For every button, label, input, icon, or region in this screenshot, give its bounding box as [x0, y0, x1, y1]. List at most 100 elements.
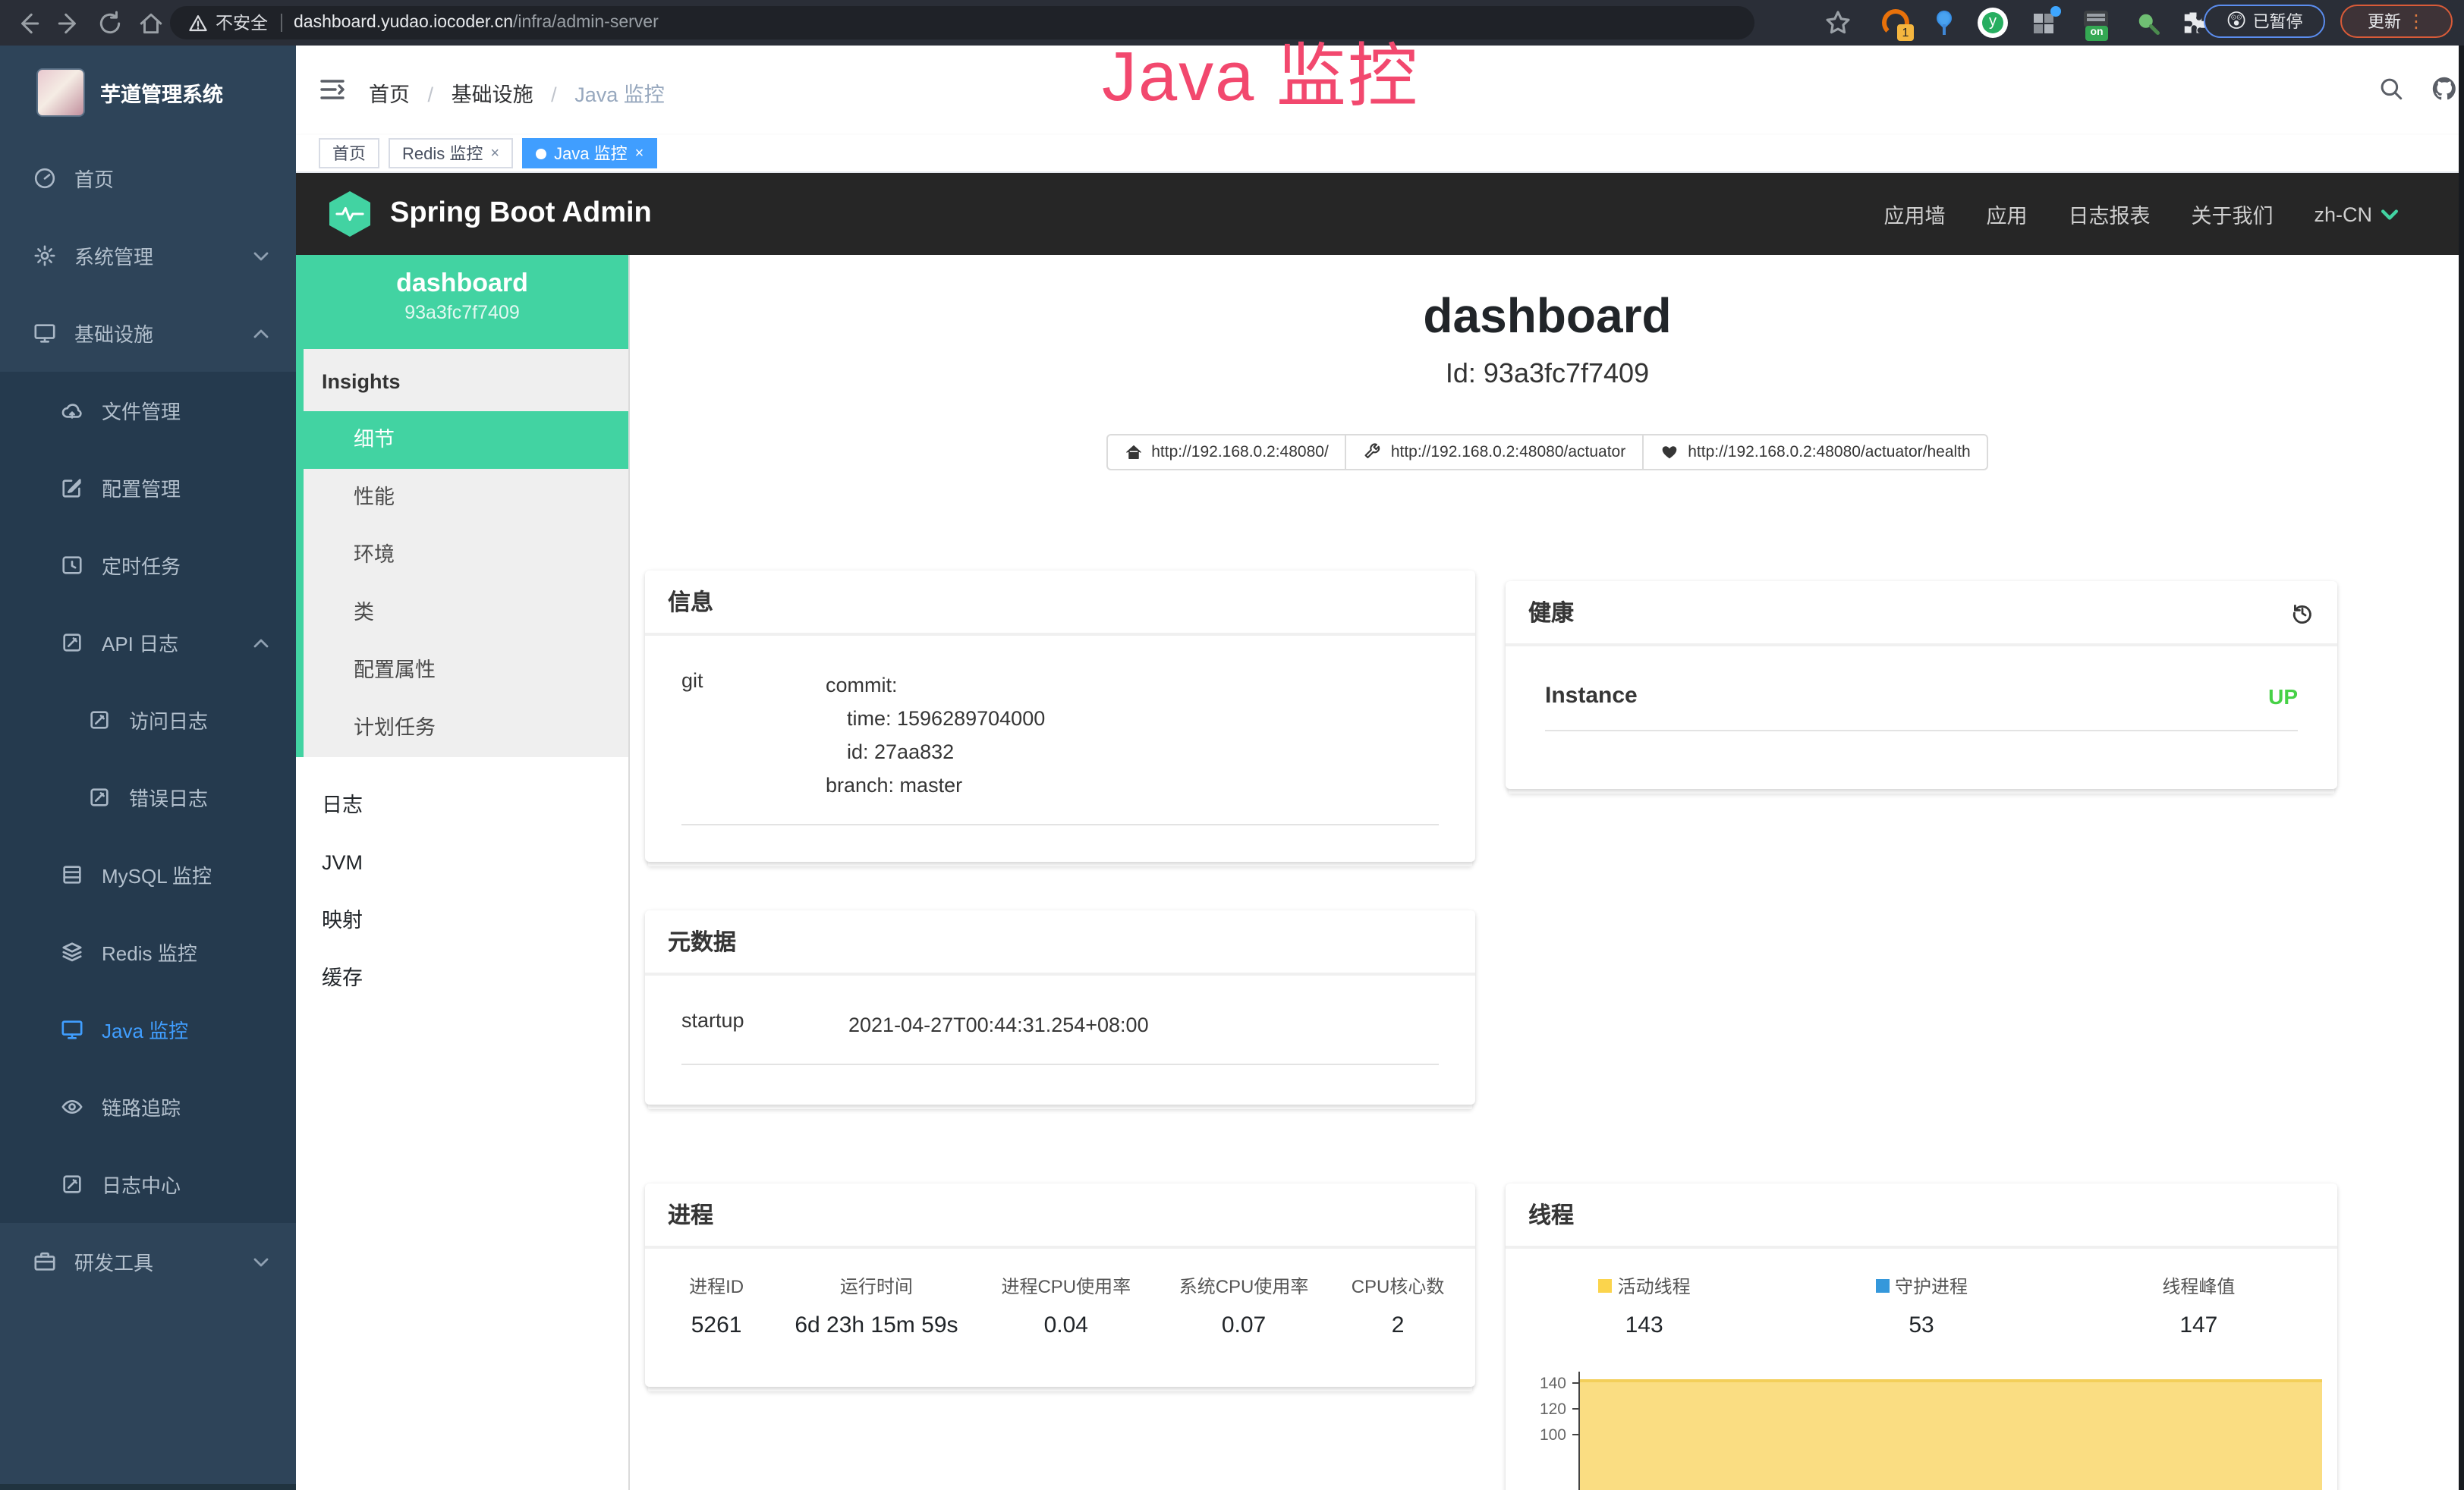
tab-redis-monitor[interactable]: Redis 监控 × [389, 138, 513, 168]
paused-extension-badge[interactable]: 😲 已暂停 [2204, 5, 2325, 38]
instance-name: dashboard [296, 269, 628, 299]
back-icon[interactable] [15, 10, 41, 36]
menu-groups: 日志 JVM 映射 缓存 [296, 757, 628, 1007]
git-info-row: git commit: time: 1596289704000 id: 27aa… [645, 636, 1475, 803]
extensions-puzzle-icon[interactable] [2179, 9, 2207, 36]
sidebar-item-system[interactable]: 系统管理 [0, 217, 296, 294]
home-icon [1124, 443, 1142, 461]
spring-boot-admin-logo [329, 191, 370, 237]
health-instance-row: Instance UP [1506, 646, 2337, 709]
menu-item-logs[interactable]: 日志 [296, 777, 628, 835]
tab-home[interactable]: 首页 [319, 138, 379, 168]
reload-icon[interactable] [97, 10, 123, 36]
menu-item-caches[interactable]: 缓存 [296, 950, 628, 1007]
sidebar-item-api-logs[interactable]: API 日志 [0, 604, 296, 681]
sba-nav-journal[interactable]: 日志报表 [2068, 199, 2150, 229]
sidebar-item-infra[interactable]: 基础设施 [0, 294, 296, 372]
history-icon[interactable] [2290, 600, 2315, 624]
browser-menu-icon[interactable]: ⋮ [2407, 11, 2425, 32]
insights-group: Insights 细节 性能 环境 类 配置属性 计划任务 [296, 349, 628, 757]
menu-item-jvm[interactable]: JVM [296, 835, 628, 892]
extension-leaf-icon[interactable] [2134, 9, 2161, 36]
extension-grid-icon[interactable] [2031, 9, 2058, 36]
instance-id: 93a3fc7f7409 [296, 302, 628, 323]
divider [681, 1064, 1439, 1065]
process-cpu-value: 0.04 [977, 1312, 1155, 1338]
instance-header[interactable]: dashboard 93a3fc7f7409 [296, 255, 628, 349]
info-card: 信息 git commit: time: 1596289704000 id: 2… [645, 571, 1475, 862]
app-logo-image [36, 68, 85, 117]
status-badge: UP [2268, 684, 2298, 708]
active-tab-dot [536, 148, 546, 159]
timer-icon [61, 554, 83, 577]
home-icon[interactable] [138, 10, 164, 36]
extension-badge: 1 [1897, 24, 1914, 41]
sba-content: dashboard Id: 93a3fc7f7409 http://192.16… [630, 255, 2464, 1490]
sidebar-item-file-manage[interactable]: 文件管理 [0, 372, 296, 449]
y-tick-100: 100 [1506, 1426, 1566, 1444]
startup-value: 2021-04-27T00:44:31.254+08:00 [848, 1009, 1149, 1042]
page-title: dashboard [630, 288, 2464, 344]
cloud-upload-icon [61, 399, 83, 422]
doc-edit-icon [88, 786, 111, 809]
uptime-value: 6d 23h 15m 59s [776, 1312, 977, 1338]
sidebar-item-error-logs[interactable]: 错误日志 [0, 759, 296, 836]
menu-item-config-props[interactable]: 配置属性 [304, 642, 628, 699]
sidebar-item-tracing[interactable]: 链路追踪 [0, 1068, 296, 1146]
y-tick-120: 120 [1506, 1400, 1566, 1419]
sidebar-item-mysql-monitor[interactable]: MySQL 监控 [0, 836, 296, 913]
health-url-button[interactable]: http://192.168.0.2:48080/actuator/health [1642, 434, 1988, 470]
sba-locale-select[interactable]: zh-CN [2314, 203, 2398, 225]
extension-pin-icon[interactable] [1931, 9, 1958, 36]
security-warning-icon [188, 13, 208, 33]
hamburger-icon[interactable] [320, 79, 345, 100]
chevron-down-icon [2381, 209, 2398, 219]
update-chrome-button[interactable]: 更新 ⋮ [2340, 5, 2453, 38]
sidebar-item-redis-monitor[interactable]: Redis 监控 [0, 913, 296, 991]
live-threads-value: 143 [1506, 1312, 1783, 1338]
window-right-edge [2459, 46, 2464, 1490]
sidebar-item-home[interactable]: 首页 [0, 140, 296, 217]
sba-nav-about[interactable]: 关于我们 [2191, 199, 2273, 229]
search-icon[interactable] [2378, 76, 2404, 102]
service-url-button[interactable]: http://192.168.0.2:48080/ [1106, 434, 1347, 470]
breadcrumb-home[interactable]: 首页 [369, 83, 410, 106]
menu-item-classes[interactable]: 类 [304, 584, 628, 642]
system-cpu-value: 0.07 [1155, 1312, 1333, 1338]
sidebar-item-access-logs[interactable]: 访问日志 [0, 681, 296, 759]
info-card-title: 信息 [668, 586, 713, 618]
forward-icon[interactable] [56, 10, 82, 36]
app-logo-row[interactable]: 芋道管理系统 [0, 46, 296, 140]
legend-swatch-daemon [1875, 1279, 1889, 1293]
briefcase-icon [33, 1250, 56, 1273]
breadcrumb-infra[interactable]: 基础设施 [452, 83, 533, 106]
wrench-icon [1364, 443, 1382, 461]
menu-item-mappings[interactable]: 映射 [296, 892, 628, 950]
menu-item-environment[interactable]: 环境 [304, 527, 628, 584]
menu-item-scheduled-tasks[interactable]: 计划任务 [304, 699, 628, 757]
extension-green-circle-icon[interactable]: y [1979, 9, 2006, 36]
sidebar-item-dev-tools[interactable]: 研发工具 [0, 1223, 296, 1300]
threads-card-title: 线程 [1528, 1199, 1574, 1231]
address-bar[interactable]: 不安全 dashboard.yudao.iocoder.cn /infra/ad… [170, 6, 1754, 39]
menu-item-details[interactable]: 细节 [304, 411, 628, 469]
gear-icon [33, 244, 56, 267]
menu-item-metrics[interactable]: 性能 [304, 469, 628, 527]
extension-on-icon[interactable]: on [2082, 9, 2110, 36]
cpu-cores-value: 2 [1333, 1312, 1463, 1338]
close-icon[interactable]: × [635, 145, 644, 162]
process-id-value: 5261 [657, 1312, 776, 1338]
close-icon[interactable]: × [490, 145, 499, 162]
sidebar-item-java-monitor[interactable]: Java 监控 [0, 991, 296, 1068]
sba-nav-wallboard[interactable]: 应用墙 [1883, 199, 1945, 229]
extension-orange-icon[interactable]: 1 [1882, 9, 1909, 36]
process-card: 进程 进程ID 运行时间 进程CPU使用率 系统CPU使用率 CPU核心数 52… [645, 1184, 1475, 1387]
tab-java-monitor[interactable]: Java 监控 × [522, 138, 657, 168]
bookmark-star-icon[interactable] [1824, 9, 1852, 36]
actuator-url-button[interactable]: http://192.168.0.2:48080/actuator [1345, 434, 1644, 470]
github-icon[interactable] [2431, 76, 2457, 102]
sidebar-item-log-center[interactable]: 日志中心 [0, 1146, 296, 1223]
sidebar-item-config-manage[interactable]: 配置管理 [0, 449, 296, 527]
sba-nav-applications[interactable]: 应用 [1986, 199, 2027, 229]
sidebar-item-scheduled-jobs[interactable]: 定时任务 [0, 527, 296, 604]
